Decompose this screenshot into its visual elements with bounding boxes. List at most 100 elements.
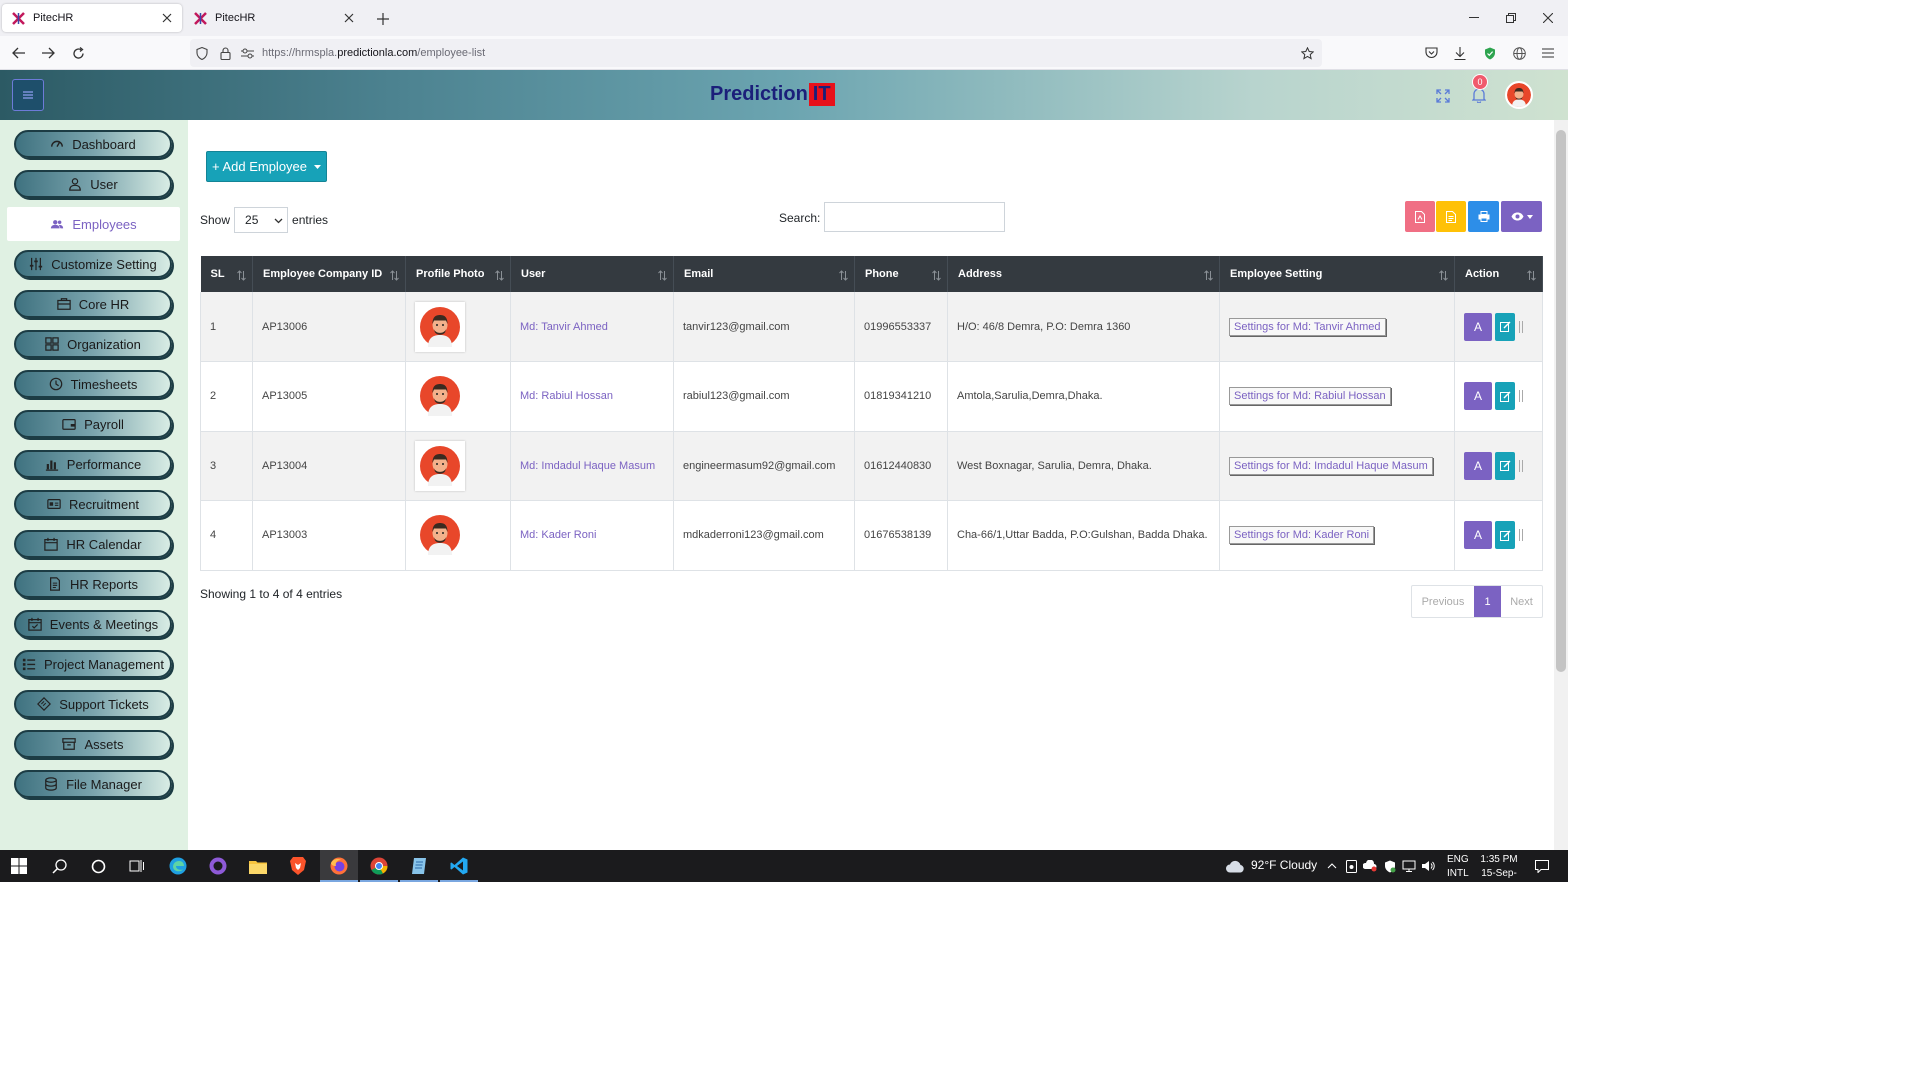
- weather-text[interactable]: 92°F Cloudy: [1251, 858, 1317, 872]
- github-desktop-icon[interactable]: [208, 856, 228, 876]
- brave-browser-icon[interactable]: [288, 856, 308, 876]
- column-header-address[interactable]: Address: [947, 256, 1220, 292]
- edit-button[interactable]: [1495, 521, 1515, 550]
- security-shield-icon[interactable]: [1382, 856, 1398, 876]
- employee-settings-link[interactable]: Settings for Md: Kader Roni: [1229, 526, 1375, 545]
- sidebar-item-payroll[interactable]: Payroll: [14, 410, 172, 438]
- task-view-icon[interactable]: [127, 856, 147, 876]
- profile-photo[interactable]: [415, 371, 465, 422]
- pocket-icon[interactable]: [1421, 43, 1441, 63]
- action-a-button[interactable]: A: [1464, 382, 1492, 411]
- address-bar[interactable]: https://hrmspla.predictionla.com/employe…: [190, 39, 1322, 67]
- profile-photo[interactable]: [415, 301, 465, 352]
- column-header-profile-photo[interactable]: Profile Photo: [405, 256, 511, 292]
- sidebar-item-performance[interactable]: Performance: [14, 450, 172, 478]
- chevron-up-icon[interactable]: [1324, 856, 1340, 876]
- edge-browser-icon[interactable]: [168, 856, 188, 876]
- vscode-icon[interactable]: [449, 856, 469, 876]
- column-header-employee-company-id[interactable]: Employee Company ID: [252, 256, 406, 292]
- tray-alert-icon[interactable]: [1362, 856, 1378, 876]
- profile-photo[interactable]: [415, 510, 465, 561]
- windows-start-icon[interactable]: [9, 856, 29, 876]
- notepad-icon[interactable]: [409, 856, 429, 876]
- restore-icon[interactable]: [1501, 8, 1521, 28]
- action-a-button[interactable]: A: [1464, 312, 1492, 341]
- search-input[interactable]: [824, 202, 1005, 232]
- minimize-icon[interactable]: [1464, 8, 1484, 28]
- sidebar-item-recruitment[interactable]: Recruitment: [14, 490, 172, 518]
- shield-icon[interactable]: [195, 46, 209, 60]
- sidebar-item-project-management[interactable]: Project Management: [14, 650, 172, 678]
- column-header-phone[interactable]: Phone: [854, 256, 948, 292]
- adblock-shield-icon[interactable]: [1480, 43, 1500, 63]
- notification-center-icon[interactable]: [1532, 856, 1552, 876]
- bookmark-star-icon[interactable]: [1300, 46, 1314, 60]
- close-window-icon[interactable]: [1538, 8, 1558, 28]
- column-header-email[interactable]: Email: [673, 256, 855, 292]
- new-tab-plus-icon[interactable]: [374, 10, 392, 28]
- network-icon[interactable]: [1401, 856, 1417, 876]
- sidebar-item-organization[interactable]: Organization: [14, 330, 172, 358]
- print-button[interactable]: [1468, 201, 1499, 232]
- user-link[interactable]: Md: Tanvir Ahmed: [520, 321, 608, 333]
- employee-settings-link[interactable]: Settings for Md: Tanvir Ahmed: [1229, 317, 1386, 336]
- browser-tab-active[interactable]: PitecHR: [2, 4, 182, 32]
- search-icon[interactable]: [49, 856, 69, 876]
- menu-toggle-button[interactable]: [12, 79, 44, 111]
- pagination-previous[interactable]: Previous: [1412, 586, 1474, 617]
- employee-settings-link[interactable]: Settings for Md: Rabiul Hossan: [1229, 387, 1391, 406]
- sidebar-item-hr-calendar[interactable]: HR Calendar: [14, 530, 172, 558]
- export-csv-button[interactable]: [1436, 201, 1466, 232]
- more-actions-handle[interactable]: [1519, 320, 1523, 333]
- back-arrow-icon[interactable]: [9, 43, 29, 63]
- sidebar-item-core-hr[interactable]: Core HR: [14, 290, 172, 318]
- column-header-action[interactable]: Action: [1454, 256, 1543, 292]
- permissions-icon[interactable]: [240, 46, 254, 60]
- user-avatar[interactable]: [1505, 81, 1533, 109]
- forward-arrow-icon[interactable]: [38, 43, 58, 63]
- profile-photo[interactable]: [415, 440, 465, 491]
- edit-button[interactable]: [1495, 382, 1515, 411]
- more-actions-handle[interactable]: [1519, 529, 1523, 542]
- user-link[interactable]: Md: Rabiul Hossan: [520, 390, 613, 402]
- brand-logo[interactable]: Prediction IT: [710, 83, 835, 106]
- pagination-page-1[interactable]: 1: [1474, 586, 1501, 617]
- firefox-icon[interactable]: [329, 856, 349, 876]
- globe-extension-icon[interactable]: [1509, 43, 1529, 63]
- volume-icon[interactable]: [1420, 856, 1436, 876]
- edit-button[interactable]: [1495, 312, 1515, 341]
- chrome-icon[interactable]: [369, 856, 389, 876]
- column-visibility-button[interactable]: [1501, 201, 1542, 232]
- cloud-weather-icon[interactable]: [1224, 856, 1246, 876]
- scrollbar-thumb[interactable]: [1556, 130, 1566, 672]
- column-header-employee-setting[interactable]: Employee Setting: [1219, 256, 1455, 292]
- export-pdf-button[interactable]: [1405, 201, 1435, 232]
- fullscreen-icon[interactable]: [1434, 87, 1452, 105]
- close-tab-icon[interactable]: [342, 11, 356, 25]
- sidebar-item-support-tickets[interactable]: Support Tickets: [14, 690, 172, 718]
- lock-icon[interactable]: [218, 46, 232, 60]
- action-a-button[interactable]: A: [1464, 451, 1492, 480]
- sidebar-item-dashboard[interactable]: Dashboard: [14, 130, 172, 158]
- language-indicator[interactable]: ENG INTL: [1447, 853, 1469, 881]
- sidebar-item-file-manager[interactable]: File Manager: [14, 770, 172, 798]
- add-employee-button[interactable]: + Add Employee: [206, 151, 327, 182]
- user-link[interactable]: Md: Kader Roni: [520, 529, 596, 541]
- action-a-button[interactable]: A: [1464, 521, 1492, 550]
- sidebar-item-hr-reports[interactable]: HR Reports: [14, 570, 172, 598]
- user-link[interactable]: Md: Imdadul Haque Masum: [520, 460, 655, 472]
- sidebar-item-employees[interactable]: Employees: [7, 207, 180, 241]
- reload-icon[interactable]: [68, 43, 88, 63]
- sidebar-item-events-meetings[interactable]: Events & Meetings: [14, 610, 172, 638]
- close-tab-icon[interactable]: [160, 11, 174, 25]
- sidebar-item-assets[interactable]: Assets: [14, 730, 172, 758]
- sidebar-item-timesheets[interactable]: Timesheets: [14, 370, 172, 398]
- url-text[interactable]: https://hrmspla.predictionla.com/employe…: [262, 47, 485, 59]
- page-length-select[interactable]: 25: [234, 207, 289, 233]
- pagination-next[interactable]: Next: [1501, 586, 1542, 617]
- more-actions-handle[interactable]: [1519, 459, 1523, 472]
- sidebar-item-customize-setting[interactable]: Customize Setting: [14, 250, 172, 278]
- hamburger-menu-icon[interactable]: [1538, 43, 1558, 63]
- edit-button[interactable]: [1495, 451, 1515, 480]
- column-header-user[interactable]: User: [510, 256, 674, 292]
